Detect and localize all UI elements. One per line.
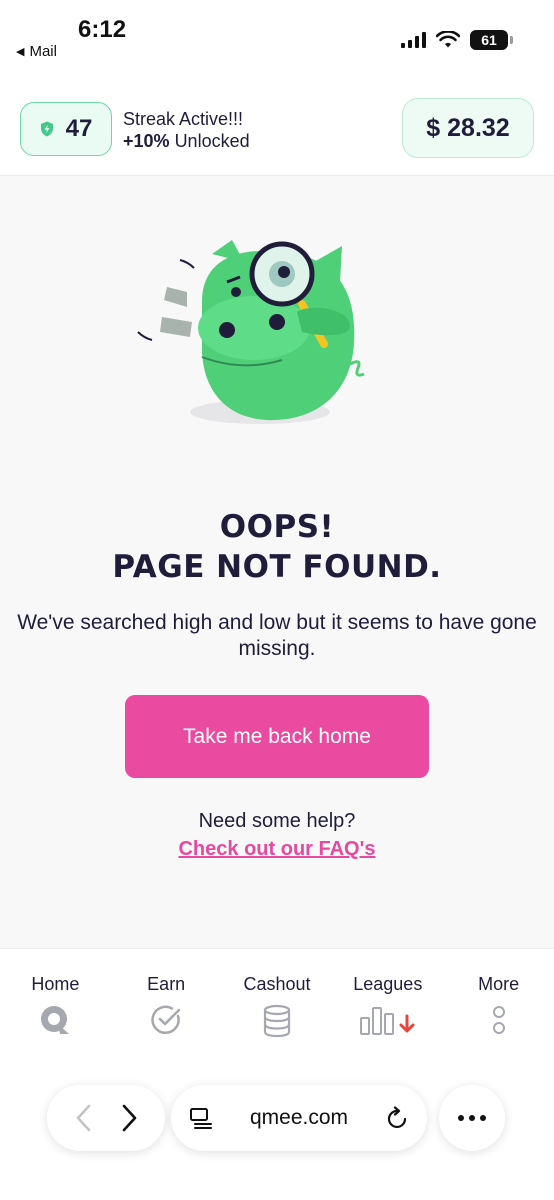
title-line-1: OOPS! [219,509,335,545]
dot [469,1115,475,1121]
more-vertical-icon [492,1006,505,1034]
coins-icon [263,1004,291,1038]
back-to-mail-link[interactable]: ◀ Mail [16,43,57,60]
app-header: 47 Streak Active!!! +10% Unlocked $ 28.3… [0,80,554,176]
streak-count: 47 [65,115,93,142]
nav-label: Cashout [243,974,311,994]
home-icon [41,1006,70,1034]
leagues-icon [359,1007,415,1035]
dot [480,1115,486,1121]
reader-mode-icon[interactable] [189,1106,213,1130]
streak-status: Streak Active!!! +10% Unlocked [123,108,250,152]
forward-chevron-icon[interactable] [121,1103,139,1133]
take-me-home-button[interactable]: Take me back home [125,695,429,778]
dot [458,1115,464,1121]
reload-icon[interactable] [385,1106,409,1130]
address-bar[interactable]: qmee.com [171,1085,427,1151]
nav-item-leagues[interactable]: Leagues [332,949,443,1068]
battery-icon: 61 [470,30,513,50]
back-label: Mail [29,43,57,60]
streak-badge[interactable]: 47 [20,102,112,156]
status-bar: 6:12 ◀ Mail 61 [0,0,554,80]
wifi-icon [436,31,460,48]
nav-item-earn[interactable]: Earn [111,949,222,1068]
check-circle-icon [151,1005,181,1035]
nav-item-more[interactable]: More [443,949,554,1068]
streak-title: Streak Active!!! [123,109,244,129]
page-description: We've searched high and low but it seems… [17,611,537,660]
help-text: Need some help? [198,810,356,832]
nav-item-cashout[interactable]: Cashout [222,949,333,1068]
nav-label: More [478,974,520,994]
url-text: qmee.com [249,1106,349,1129]
status-time: 6:12 [78,16,127,43]
page-title: OOPS! PAGE NOT FOUND. [0,507,554,587]
nav-label: Leagues [353,974,423,994]
pig-detective-illustration [137,240,365,424]
faq-link[interactable]: Check out our FAQ's [0,838,554,861]
bottom-nav: Home Earn Cashout Leagues More [0,948,554,1068]
streak-unlocked: Unlocked [174,131,250,151]
browser-nav-controls [47,1085,165,1151]
nav-label: Home [31,974,80,994]
shield-bolt-icon [40,121,53,137]
back-chevron-icon[interactable] [74,1103,92,1133]
nav-label: Earn [147,974,186,994]
status-icons: 61 [401,30,513,50]
nav-item-home[interactable]: Home [0,949,111,1068]
streak-bonus-line: +10% Unlocked [123,130,250,152]
browser-more-button[interactable] [439,1085,505,1151]
signal-icon [401,32,426,48]
streak-bonus: +10% [123,131,170,151]
back-arrow-icon: ◀ [16,46,25,58]
title-line-2: PAGE NOT FOUND. [112,549,442,585]
balance-badge[interactable]: $ 28.32 [402,98,534,158]
browser-toolbar: qmee.com [0,1068,554,1200]
not-found-page: OOPS! PAGE NOT FOUND. We've searched hig… [0,177,554,947]
